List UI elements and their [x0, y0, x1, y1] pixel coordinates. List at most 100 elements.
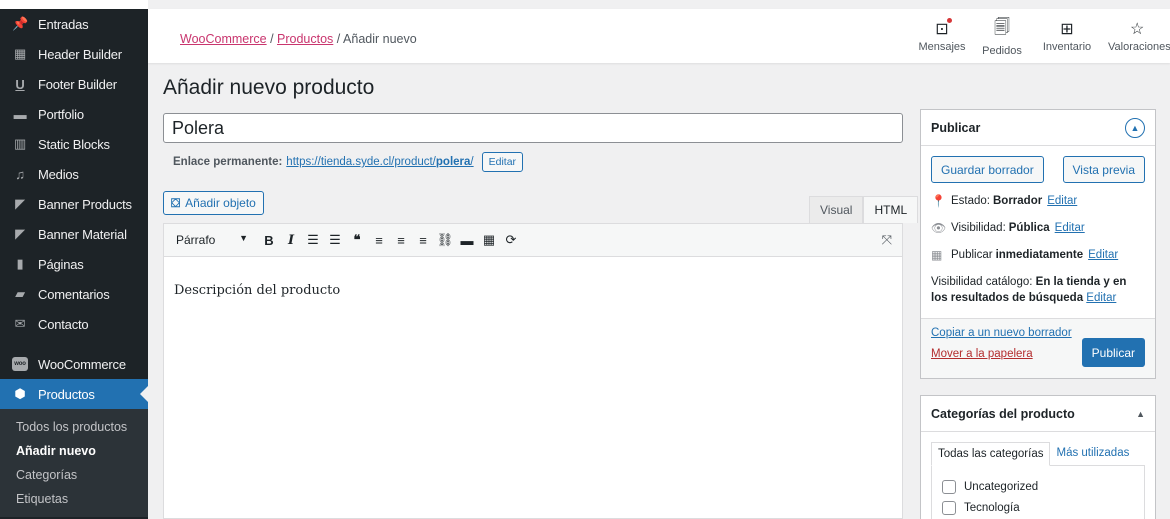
tab-most-used[interactable]: Más utilizadas: [1050, 442, 1135, 466]
add-media-label: Añadir objeto: [185, 196, 256, 210]
sidebar-item-footer-builder[interactable]: U Footer Builder: [0, 69, 148, 99]
status-edit-link[interactable]: Editar: [1047, 195, 1077, 207]
sidebar-item-label: Banner Products: [38, 196, 132, 212]
sidebar-item-label: Banner Material: [38, 226, 127, 242]
sidebar-item-label: Medios: [38, 166, 79, 182]
submenu-categories[interactable]: Categorías: [0, 463, 148, 487]
sidebar-item-label: Entradas: [38, 16, 89, 32]
page-icon: ▮: [16, 256, 24, 271]
blocks-icon: ▥: [13, 136, 27, 151]
format-select[interactable]: Párrafo ▼: [176, 233, 258, 247]
publish-actions: Guardar borrador Vista previa: [921, 146, 1155, 183]
activity-label: Valoraciones: [1108, 41, 1170, 53]
visibility-edit-link[interactable]: Editar: [1055, 222, 1085, 234]
add-media-button[interactable]: ⛋ Añadir objeto: [163, 191, 264, 215]
fullscreen-icon[interactable]: ⤧: [882, 232, 892, 248]
read-more-icon[interactable]: ▬: [456, 233, 478, 248]
category-label: Tecnología: [964, 501, 1020, 514]
bold-icon[interactable]: B: [258, 233, 280, 248]
sidebar-item-label: Footer Builder: [38, 76, 117, 92]
tab-all-categories[interactable]: Todas las categorías: [931, 442, 1051, 466]
numbered-list-icon[interactable]: ☰: [324, 232, 346, 248]
publish-button[interactable]: Publicar: [1081, 338, 1145, 367]
sidebar-separator: [0, 339, 148, 349]
permalink-edit-button[interactable]: Editar: [481, 152, 524, 172]
sidebar-item-paginas[interactable]: ▮ Páginas: [0, 249, 148, 279]
activity-mensajes[interactable]: ⊡ Mensajes: [914, 9, 970, 63]
sidebar-item-static-blocks[interactable]: ▥ Static Blocks: [0, 129, 148, 159]
sidebar-item-banner-material[interactable]: ◤ Banner Material: [0, 219, 148, 249]
sidebar-item-comentarios[interactable]: ▰ Comentarios: [0, 279, 148, 309]
preview-button[interactable]: Vista previa: [1062, 156, 1145, 183]
collapse-arrow-icon[interactable]: ▲: [1136, 409, 1145, 419]
breadcrumb-separator: /: [266, 32, 278, 46]
editor-content: Descripción del producto: [174, 283, 341, 298]
breadcrumb-link-productos[interactable]: Productos: [277, 32, 333, 46]
visibility-value: Pública: [1008, 221, 1050, 234]
activity-valoraciones[interactable]: ☆ Valoraciones: [1100, 9, 1170, 63]
category-checkbox[interactable]: [942, 500, 956, 515]
align-left-icon[interactable]: ≡: [368, 233, 390, 248]
admin-sidebar: 📌 Entradas ▦ Header Builder U Footer Builde…: [0, 0, 148, 519]
keyboard-icon[interactable]: ▦: [478, 232, 500, 248]
sidebar-item-label: Portfolio: [38, 106, 84, 122]
schedule-label: Publicar: [951, 248, 993, 261]
status-label: Estado:: [951, 194, 990, 207]
sidebar-submenu: Todos los productos Añadir nuevo Categor…: [0, 409, 148, 517]
inbox-icon: ⊡: [935, 18, 952, 39]
breadcrumb-current: Añadir nuevo: [343, 32, 417, 46]
sidebar-item-banner-products[interactable]: ◤ Banner Products: [0, 189, 148, 219]
sidebar-item-label: Header Builder: [38, 46, 122, 62]
sidebar-item-woocommerce[interactable]: woo WooCommerce: [0, 349, 148, 379]
activity-inventario[interactable]: ⊞ Inventario: [1034, 9, 1100, 63]
align-right-icon[interactable]: ≡: [412, 233, 434, 248]
submenu-all-products[interactable]: Todos los productos: [0, 415, 148, 439]
activity-pedidos[interactable]: 🗐 Pedidos: [970, 9, 1034, 63]
page-title: Añadir nuevo producto: [163, 76, 375, 99]
sidebar-item-medios[interactable]: ♫ Medios: [0, 159, 148, 189]
refresh-icon[interactable]: ⟳: [500, 232, 522, 248]
calendar-icon: ▦: [931, 247, 943, 262]
sidebar-item-entradas[interactable]: 📌 Entradas: [0, 9, 148, 39]
box-icon: ⬢: [14, 386, 26, 401]
pin-icon: 📍: [931, 193, 946, 208]
submenu-add-new[interactable]: Añadir nuevo: [0, 439, 148, 463]
breadcrumb-link-woocommerce[interactable]: WooCommerce: [180, 32, 267, 46]
megaphone-icon: ◤: [15, 196, 25, 211]
catalog-visibility-edit-link[interactable]: Editar: [1086, 292, 1116, 304]
sidebar-item-productos[interactable]: ⬢ Productos: [0, 379, 148, 409]
product-title-input[interactable]: [163, 113, 903, 143]
tab-html[interactable]: HTML: [863, 196, 919, 223]
sidebar-item-contacto[interactable]: ✉ Contacto: [0, 309, 148, 339]
inventory-icon: ⊞: [1060, 21, 1074, 38]
list-item: Uncategorized: [942, 476, 1134, 497]
permalink-tail: /: [470, 156, 474, 168]
sidebar-item-label: Contacto: [38, 316, 89, 332]
editor-area[interactable]: Descripción del producto: [163, 257, 903, 519]
align-center-icon[interactable]: ≡: [390, 233, 412, 248]
category-label: Uncategorized: [964, 480, 1039, 493]
tab-visual[interactable]: Visual: [809, 196, 864, 223]
status-value: Borrador: [993, 194, 1043, 207]
submenu-tags[interactable]: Etiquetas: [0, 487, 148, 511]
catalog-visibility-label: Visibilidad catálogo:: [931, 276, 1033, 288]
italic-icon[interactable]: I: [280, 233, 302, 248]
blockquote-icon[interactable]: ❝: [346, 232, 368, 248]
schedule-row: ▦ Publicar inmediatamente Editar: [931, 243, 1145, 266]
save-draft-button[interactable]: Guardar borrador: [931, 156, 1044, 183]
permalink-slug: polera: [435, 156, 471, 168]
sidebar-item-portfolio[interactable]: ▬ Portfolio: [0, 99, 148, 129]
bullet-list-icon[interactable]: ☰: [302, 232, 324, 248]
sidebar-item-header-builder[interactable]: ▦ Header Builder: [0, 39, 148, 69]
eye-icon: 👁: [931, 220, 947, 235]
publish-box: Publicar ▲ Guardar borrador Vista previa…: [920, 109, 1156, 379]
schedule-edit-link[interactable]: Editar: [1088, 249, 1118, 261]
comment-icon: ▰: [15, 286, 25, 301]
star-icon: ☆: [1130, 21, 1145, 38]
folder-icon: ▬: [13, 106, 27, 122]
collapse-toggle-icon[interactable]: ▲: [1125, 117, 1145, 138]
major-publishing-actions: Copiar a un nuevo borrador Mover a la pa…: [921, 318, 1155, 378]
link-icon[interactable]: ⛓: [434, 232, 456, 248]
category-checkbox[interactable]: [942, 479, 956, 494]
permalink-link[interactable]: https://tienda.syde.cl/product/polera/: [286, 156, 473, 168]
